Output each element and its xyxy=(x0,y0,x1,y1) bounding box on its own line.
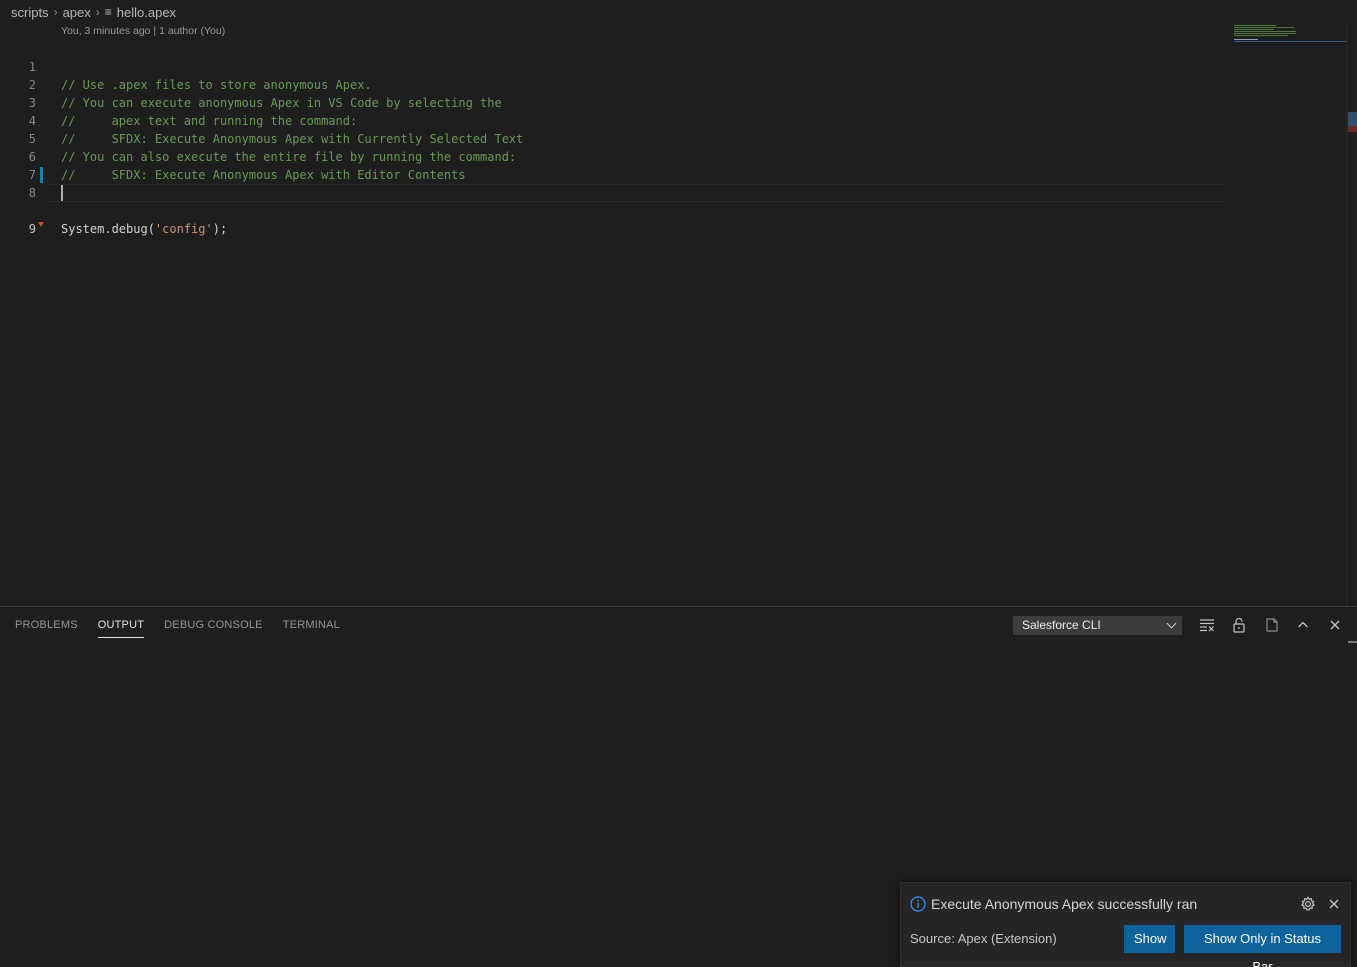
modified-gutter-marker[interactable] xyxy=(40,167,43,183)
chevron-down-icon xyxy=(1166,618,1177,629)
close-panel-icon[interactable] xyxy=(1325,615,1345,635)
code-string: 'config' xyxy=(154,222,213,236)
code-line[interactable]: 4 // SFDX: Execute Anonymous Apex with C… xyxy=(0,94,1228,146)
code-line[interactable]: 6 // SFDX: Execute Anonymous Apex with E… xyxy=(0,130,1228,182)
minimap-viewport[interactable] xyxy=(1234,41,1346,42)
minimap-line xyxy=(1234,25,1276,26)
tab-terminal[interactable]: TERMINAL xyxy=(283,607,340,643)
panel-scrollbar[interactable] xyxy=(1348,641,1357,643)
panel-tabs: PROBLEMS OUTPUT DEBUG CONSOLE TERMINAL xyxy=(0,607,345,643)
breadcrumb-file[interactable]: hello.apex xyxy=(117,5,176,20)
code-line[interactable]: 5 // You can also execute the entire fil… xyxy=(0,112,1228,164)
code-end: ); xyxy=(212,222,228,236)
current-line-highlight xyxy=(48,184,1226,202)
code-statement: System.debug('config'); xyxy=(61,220,227,238)
tab-debug-console[interactable]: DEBUG CONSOLE xyxy=(164,607,263,643)
code-line[interactable]: 2 // You can execute anonymous Apex in V… xyxy=(0,58,1228,110)
error-gutter-marker[interactable] xyxy=(38,222,44,227)
vscode-window: scripts › apex › ≡ hello.apex You, 3 min… xyxy=(0,0,1357,967)
minimap-line xyxy=(1234,33,1296,34)
chevron-right-icon: › xyxy=(53,5,58,19)
close-icon[interactable] xyxy=(1325,895,1343,913)
minimap-line xyxy=(1234,35,1288,36)
tab-output[interactable]: OUTPUT xyxy=(97,607,145,643)
breadcrumb-scripts[interactable]: scripts xyxy=(11,5,49,20)
notification-source: Source: Apex (Extension) xyxy=(910,931,1057,946)
show-button[interactable]: Show xyxy=(1124,925,1175,953)
line-number: 9 xyxy=(28,222,36,236)
chevron-right-icon: › xyxy=(95,5,100,19)
file-lines-icon: ≡ xyxy=(104,5,112,19)
scrollbar-error-marker xyxy=(1348,126,1357,132)
lock-scroll-icon[interactable] xyxy=(1229,615,1249,635)
show-only-in-status-bar-button[interactable]: Show Only in Status Bar xyxy=(1184,925,1341,967)
minimap-line xyxy=(1234,27,1294,28)
notification-message: Execute Anonymous Apex successfully ran xyxy=(931,896,1198,912)
minimap-line xyxy=(1234,31,1296,32)
code-line[interactable]: 1 // Use .apex files to store anonymous … xyxy=(0,40,1228,92)
minimap-line xyxy=(1234,39,1258,40)
output-channel-select[interactable]: Salesforce CLI xyxy=(1013,616,1182,635)
info-icon xyxy=(910,896,926,912)
codelens-blame[interactable]: You, 3 minutes ago | 1 author (You) xyxy=(61,25,225,37)
text-cursor xyxy=(61,185,63,201)
gear-icon[interactable] xyxy=(1299,895,1317,913)
code-line[interactable]: 3 // apex text and running the command: xyxy=(0,76,1228,128)
minimap[interactable] xyxy=(1228,24,1346,606)
tab-problems[interactable]: PROBLEMS xyxy=(15,607,78,643)
scrollbar-cursor-marker xyxy=(1348,112,1357,126)
breadcrumb: scripts › apex › ≡ hello.apex xyxy=(0,0,1357,24)
minimap-line xyxy=(1234,29,1274,30)
output-channel-label: Salesforce CLI xyxy=(1022,618,1101,632)
notification-toast: Execute Anonymous Apex successfully ran … xyxy=(900,882,1351,967)
maximize-panel-icon[interactable] xyxy=(1293,615,1313,635)
code-call: System.debug( xyxy=(61,222,155,236)
code-line-current[interactable]: 9 xyxy=(0,184,1228,236)
code-lines[interactable]: 1 // Use .apex files to store anonymous … xyxy=(0,40,1228,236)
open-log-icon[interactable] xyxy=(1262,615,1282,635)
clear-output-icon[interactable] xyxy=(1197,615,1217,635)
code-line[interactable]: 7 xyxy=(0,148,1228,182)
code-editor[interactable]: You, 3 minutes ago | 1 author (You) 1 //… xyxy=(0,24,1348,606)
code-line[interactable]: 8 System.debug('config'); xyxy=(0,166,1228,236)
breadcrumb-apex[interactable]: apex xyxy=(63,5,91,20)
